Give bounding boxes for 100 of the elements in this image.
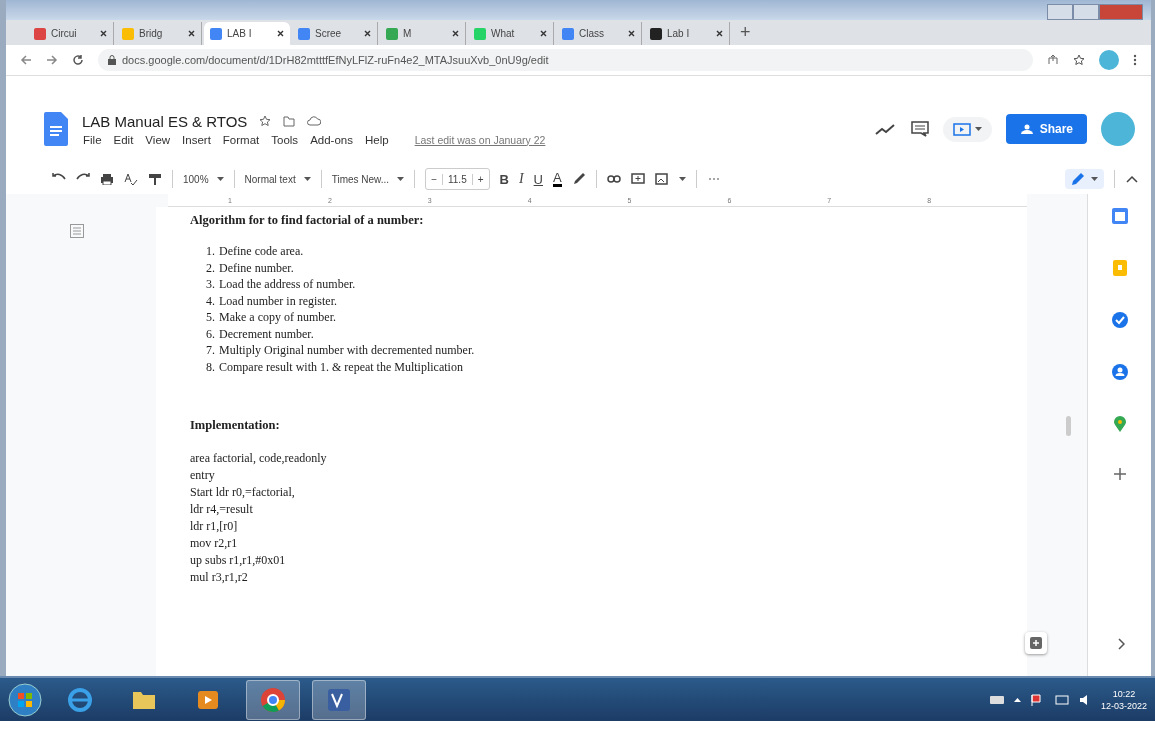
code-line: Start ldr r0,=factorial, [190,485,296,499]
forward-icon[interactable] [46,54,58,66]
close-icon[interactable] [277,30,284,37]
highlighter-icon[interactable] [571,173,586,185]
taskbar-button[interactable] [246,679,300,720]
clock[interactable]: 10:22 12-03-2022 [1100,688,1147,711]
menu-item[interactable]: Insert [181,133,212,146]
caret-icon [303,177,311,181]
caret-icon [397,177,405,181]
share-page-icon[interactable] [1047,54,1059,66]
lock-icon [108,55,116,65]
increase-size-button[interactable]: + [472,173,489,185]
paint-format-icon[interactable] [148,173,162,185]
add-icon[interactable] [1113,468,1126,480]
menu-item[interactable]: View [144,133,172,146]
close-icon[interactable] [364,30,371,37]
menu-item[interactable]: Edit [112,133,135,146]
style-dropdown[interactable]: Normal text [244,173,311,185]
new-tab-button[interactable]: + [732,22,759,43]
present-button[interactable] [942,116,992,142]
caret-icon [1091,177,1098,181]
favicon-icon [650,27,662,40]
underline-button[interactable]: U [533,171,543,187]
list-number: 7. [206,343,215,358]
docs-logo-icon [44,112,68,146]
map-pin-icon[interactable] [1113,416,1126,432]
font-size-field[interactable]: 11.5 [441,173,473,185]
zoom-dropdown[interactable]: 100% [183,173,224,185]
keyboard-icon[interactable] [989,695,1004,704]
cloud-icon[interactable] [307,116,322,126]
star-icon[interactable] [259,115,272,127]
caret-icon[interactable] [1013,697,1021,702]
close-icon[interactable] [188,30,195,37]
list-item-text: Load the address of number. [219,277,356,292]
list-item-text: Compare result with 1. & repeat the Multiplication [219,359,463,374]
code-line: area factorial, code,readonly [190,451,328,465]
favicon-icon [386,27,398,40]
last-edit-link[interactable]: Last edit was on January 22 [413,133,547,146]
list-number: 3. [206,277,215,292]
network-icon[interactable] [1054,693,1069,706]
explore-button[interactable] [1025,632,1047,654]
menu-item[interactable]: Tools [270,133,300,146]
collapse-icon[interactable] [1125,173,1139,185]
close-icon[interactable] [452,30,459,37]
address-bar[interactable]: docs.google.com/document/d/1DrH82mtttfEfNyLFlZ-ruFn4e2_MTAJsuuXvb_0nU9g/edit [98,49,1033,71]
tasks-icon[interactable] [1111,312,1128,328]
star-icon[interactable] [1073,54,1085,66]
explore-icon [1030,637,1042,649]
text-color-button[interactable]: A [553,171,562,187]
add-comment-icon[interactable] [630,173,645,185]
back-icon[interactable] [20,54,32,66]
image-icon[interactable] [654,173,669,185]
document-title[interactable]: LAB Manual ES & RTOS [82,112,248,130]
decrease-size-button[interactable]: − [426,173,442,185]
favicon-icon [562,27,574,40]
list-item-text: Define number. [219,260,294,275]
list-item-text: Decrement number. [219,326,314,341]
caret-icon [678,177,686,181]
chevron-right-icon[interactable] [1118,638,1125,650]
browser-tab[interactable]: LAB I [204,22,290,45]
scrollbar-thumb[interactable] [1066,416,1071,436]
heading-text: Implementation: [190,418,281,433]
url-text: docs.google.com/document/d/1DrH82mtttfEfNyLFlZ-ruFn4e2_MTAJsuuXvb_0nU9g/edit [122,54,549,66]
calendar-icon[interactable] [1111,208,1128,224]
italic-button[interactable]: I [518,171,524,187]
list-number: 4. [206,293,215,308]
menu-item[interactable]: Help [363,133,390,146]
link-icon[interactable] [606,173,621,185]
person-icon [1019,124,1034,134]
spellcheck-icon[interactable] [124,173,138,185]
favicon-icon [122,27,134,40]
close-icon[interactable] [100,30,107,37]
font-dropdown[interactable]: Times New... [331,173,405,185]
code-line: mul r3,r1,r2 [190,570,249,584]
bold-button[interactable]: B [499,171,509,187]
activity-icon[interactable] [874,123,897,135]
contacts-icon[interactable] [1111,364,1128,380]
favicon-icon [474,27,486,40]
close-icon[interactable] [716,30,723,37]
list-item-text: Define code area. [219,244,304,259]
code-line: up subs r1,r1,#0x01 [190,553,287,567]
present-icon [952,122,971,136]
menu-item[interactable]: Add-ons [309,133,354,146]
favicon-icon [298,27,310,40]
print-icon[interactable] [100,173,114,185]
browser-icon [67,686,93,713]
taskbar-button[interactable] [312,679,366,720]
reload-icon[interactable] [72,54,84,66]
outline-icon[interactable] [70,224,84,238]
close-icon[interactable] [628,30,635,37]
close-icon[interactable] [540,30,547,37]
menu-item[interactable]: File [82,133,103,146]
caret-icon [974,127,982,131]
menu-item[interactable]: Format [221,133,261,146]
editing-mode-button[interactable] [1065,169,1104,189]
more-icon[interactable] [1133,54,1137,66]
comment-icon[interactable] [910,121,929,137]
share-button[interactable]: Share [1005,114,1087,144]
folder-icon[interactable] [283,115,296,127]
start-orb-icon[interactable] [8,682,42,717]
